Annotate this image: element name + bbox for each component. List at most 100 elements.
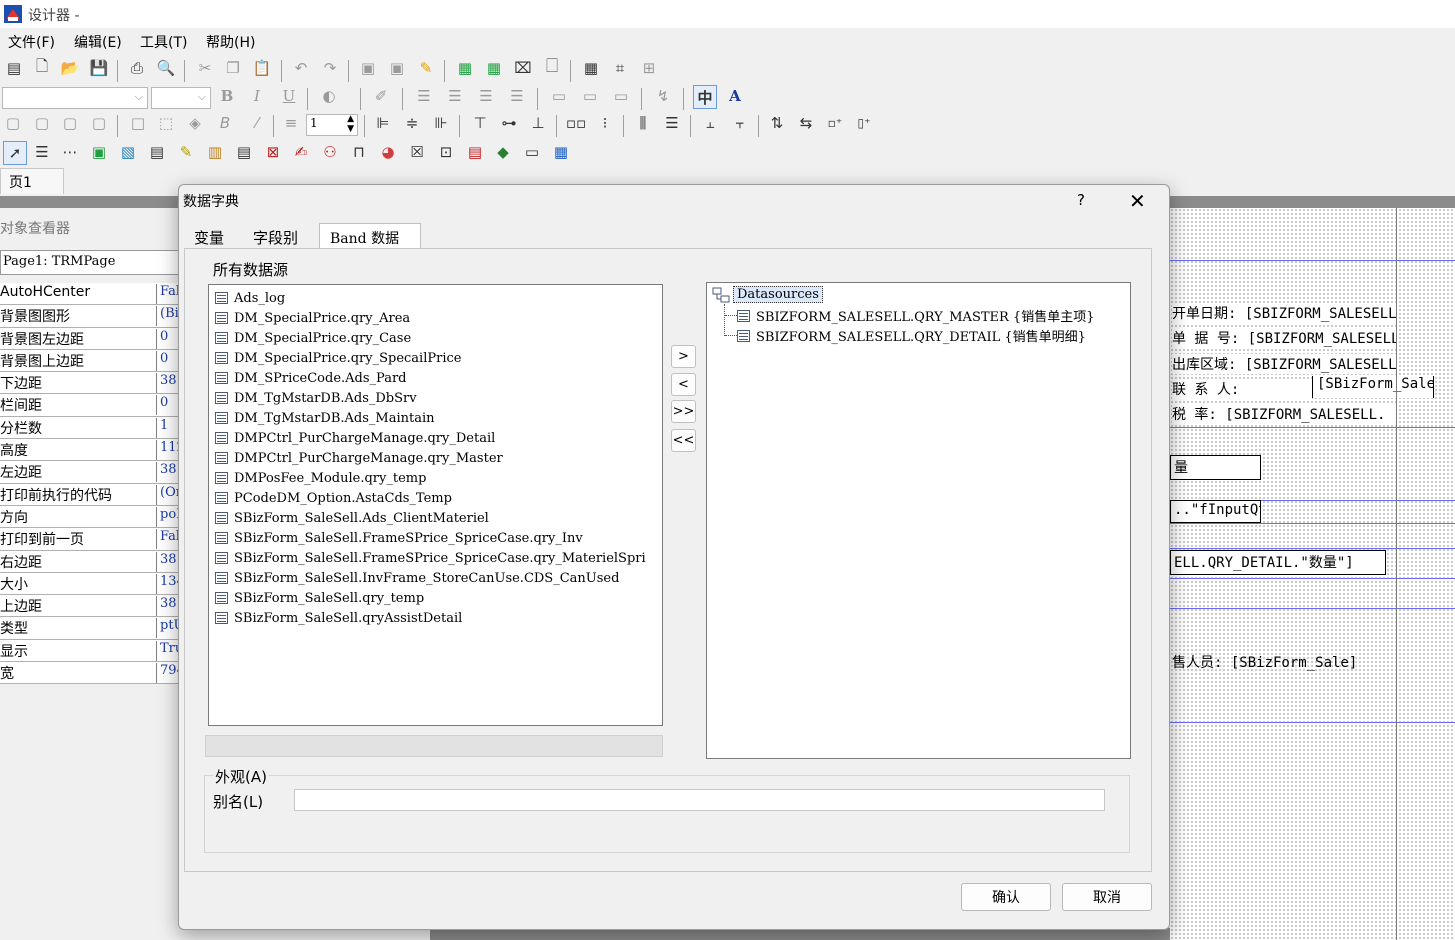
text-frame-icon[interactable]: ▤ [464, 141, 486, 163]
chart-icon[interactable]: ◕ [377, 141, 399, 163]
frame-left-icon[interactable]: ▢ [2, 112, 24, 134]
datasource-list-item[interactable]: DM_SpecialPrice.qry_Case [215, 328, 411, 348]
tab-band-datasources[interactable]: Band 数据源 [319, 223, 421, 267]
report-qty-header[interactable]: 量 [1170, 455, 1261, 480]
font-name-combo[interactable]: ⌵ [2, 87, 148, 109]
inspector-row[interactable]: 类型ptUser [0, 617, 185, 640]
datasource-list-item[interactable]: DMPosFee_Module.qry_temp [215, 468, 426, 488]
paste-icon[interactable]: 📋 [251, 57, 273, 79]
frame-color-icon[interactable]: B [214, 112, 236, 134]
page-settings-icon[interactable]: 🗌 [541, 57, 563, 79]
tree-item-detail[interactable]: SBIZFORM_SALESELL.QRY_DETAIL {销售单明细} [737, 326, 1086, 345]
copy-icon[interactable]: ❐ [222, 57, 244, 79]
tree-item-master[interactable]: SBIZFORM_SALESELL.QRY_MASTER {销售单主项} [737, 306, 1094, 325]
datasource-list-item[interactable]: DMPCtrl_PurChargeManage.qry_Master [215, 448, 503, 468]
inspector-row[interactable]: AutoHCenterFalse [0, 283, 185, 306]
rotate-text-icon[interactable]: ↯ [652, 85, 674, 107]
fit-grid-icon[interactable]: ⊞ [638, 57, 660, 79]
datasource-list-item[interactable]: SBizForm_SaleSell.FrameSPrice_SpriceCase… [215, 548, 646, 568]
frame-bottom-icon[interactable]: ▢ [88, 112, 110, 134]
underline-icon[interactable]: U [278, 85, 300, 107]
report-field-region[interactable]: 出库区域: [SBIZFORM_SALESELL. [1172, 354, 1396, 374]
inspector-object-select[interactable]: Page1: TRMPage [0, 250, 185, 275]
fill-color-icon[interactable]: ◈ [184, 112, 206, 134]
size-icon-4[interactable]: ▯⁺ [853, 112, 875, 134]
size-icon-2[interactable]: ⇆ [795, 112, 817, 134]
inspector-row[interactable]: 背景图上边距 0 [0, 349, 185, 373]
report-sales-person[interactable]: 售人员: [SBizForm_Sale] [1172, 652, 1362, 672]
band-icon[interactable]: ☰ [31, 141, 53, 163]
inspector-row[interactable]: 大小 134 [0, 572, 185, 596]
all-datasources-list[interactable]: Ads_log DM_SpecialPrice.qry_Area DM_Specia… [208, 284, 663, 726]
open-report-icon[interactable]: ▤ [3, 57, 25, 79]
report-detail-qty[interactable]: ELL.QRY_DETAIL."数量"] [1170, 550, 1386, 575]
ok-button[interactable]: 确认 [961, 883, 1051, 911]
report-field-number[interactable]: 单 据 号: [SBIZFORM_SALESELL. [1172, 328, 1396, 348]
menu-tools[interactable]: 工具(T) [140, 32, 187, 52]
rich-text-icon[interactable]: ✍ [290, 141, 312, 163]
frame-none-icon[interactable]: ⬚ [155, 112, 177, 134]
tree-root[interactable]: Datasources [712, 286, 823, 303]
bring-front-icon[interactable]: ▣ [357, 57, 379, 79]
menu-edit[interactable]: 编辑(E) [74, 32, 122, 52]
new-icon[interactable]: 🗋 [31, 57, 53, 79]
dotted-line-icon[interactable]: ⋯ [59, 141, 81, 163]
datasource-list-item[interactable]: DM_SpecialPrice.qry_SpecailPrice [215, 348, 461, 368]
checkbox-icon[interactable]: ☒ [406, 141, 428, 163]
menu-help[interactable]: 帮助(H) [206, 32, 255, 52]
align-bottoms-icon[interactable]: ⊥ [527, 112, 549, 134]
frame-all-icon[interactable]: □ [127, 112, 149, 134]
move-all-left-button[interactable]: << [671, 429, 696, 452]
highlight-icon[interactable]: ✐ [370, 85, 392, 107]
frame-top-icon[interactable]: ▢ [59, 112, 81, 134]
alias-input[interactable] [294, 789, 1105, 811]
preview-icon[interactable]: 🔍 [155, 57, 177, 79]
undo-icon[interactable]: ↶ [290, 57, 312, 79]
align-vcenters-icon[interactable]: ⊶ [498, 112, 520, 134]
frame-style-icon[interactable]: ⁄ [246, 112, 268, 134]
frame-width-spinner[interactable]: 1 ▲ ▼ [306, 114, 358, 136]
inspector-row[interactable]: 高度1123 [0, 439, 185, 462]
datasource-list-item[interactable]: DM_TgMstarDB.Ads_DbSrv [215, 388, 417, 408]
image-frame-icon[interactable]: ⊡ [435, 141, 457, 163]
datasource-list-item[interactable]: SBizForm_SaleSell.FrameSPrice_SpriceCase… [215, 528, 583, 548]
report-field-date[interactable]: 开单日期: [SBIZFORM_SALESELL. [1172, 303, 1396, 323]
font-button[interactable]: A [724, 85, 746, 107]
memo-icon[interactable]: ▣ [88, 141, 110, 163]
tab-field-aliases[interactable]: 字段别名 [243, 223, 319, 268]
shape-icon[interactable]: ⊠ [262, 141, 284, 163]
save-icon[interactable]: 💾 [88, 57, 110, 79]
report-field-contact[interactable]: 联 系 人: [1172, 379, 1312, 399]
center-vert-icon[interactable]: ⫟ [729, 112, 751, 134]
help-button[interactable]: ? [1077, 191, 1085, 209]
inspector-row[interactable]: 右边距 38 [0, 550, 185, 573]
inspector-row[interactable]: 宽 794 [0, 662, 185, 685]
pen-icon[interactable]: ✎ [175, 141, 197, 163]
valign-center-icon[interactable]: ▭ [579, 85, 601, 107]
menu-file[interactable]: 文件(F) [8, 32, 55, 52]
close-icon[interactable]: ✕ [1129, 189, 1146, 213]
align-justify-icon[interactable]: ☰ [506, 85, 528, 107]
datasource-list-item[interactable]: SBizForm_SaleSell.qryAssistDetail [215, 608, 462, 628]
align-left-icon[interactable]: ☰ [413, 85, 435, 107]
send-back-icon[interactable]: ▣ [386, 57, 408, 79]
datasource-list-item[interactable]: DMPCtrl_PurChargeManage.qry_Detail [215, 428, 495, 448]
delete-page-icon[interactable]: ⌧ [512, 57, 534, 79]
add-page-icon[interactable]: ▦ [454, 57, 476, 79]
tab-variables[interactable]: 变量 [184, 223, 242, 249]
barcode-icon[interactable]: ⊓ [348, 141, 370, 163]
inspector-row[interactable]: 打印前执行的代码(OnBeforePrint) [0, 483, 185, 506]
italic-icon[interactable]: I [246, 85, 268, 107]
spinner-arrows-icon[interactable]: ▲ ▼ [347, 114, 354, 134]
open-folder-icon[interactable]: 📂 [59, 57, 81, 79]
report-input-qty[interactable]: .."fInputQty [1170, 500, 1261, 523]
picture-icon[interactable]: ▧ [117, 141, 139, 163]
datasource-list-item[interactable]: PCodeDM_Option.AstaCds_Temp [215, 488, 452, 508]
valign-top-icon[interactable]: ▭ [548, 85, 570, 107]
datasource-list-item[interactable]: SBizForm_SaleSell.InvFrame_StoreCanUse.C… [215, 568, 619, 588]
subreport-icon[interactable]: ▤ [146, 141, 168, 163]
report-field-tax[interactable]: 税 率: [SBIZFORM_SALESELL. [1172, 404, 1396, 424]
inspector-row[interactable]: 背景图图形(Bitmap) [0, 305, 185, 328]
inspector-row[interactable]: 左边距 38 [0, 461, 185, 484]
datasource-list-item[interactable]: SBizForm_SaleSell.Ads_ClientMateriel [215, 508, 489, 528]
